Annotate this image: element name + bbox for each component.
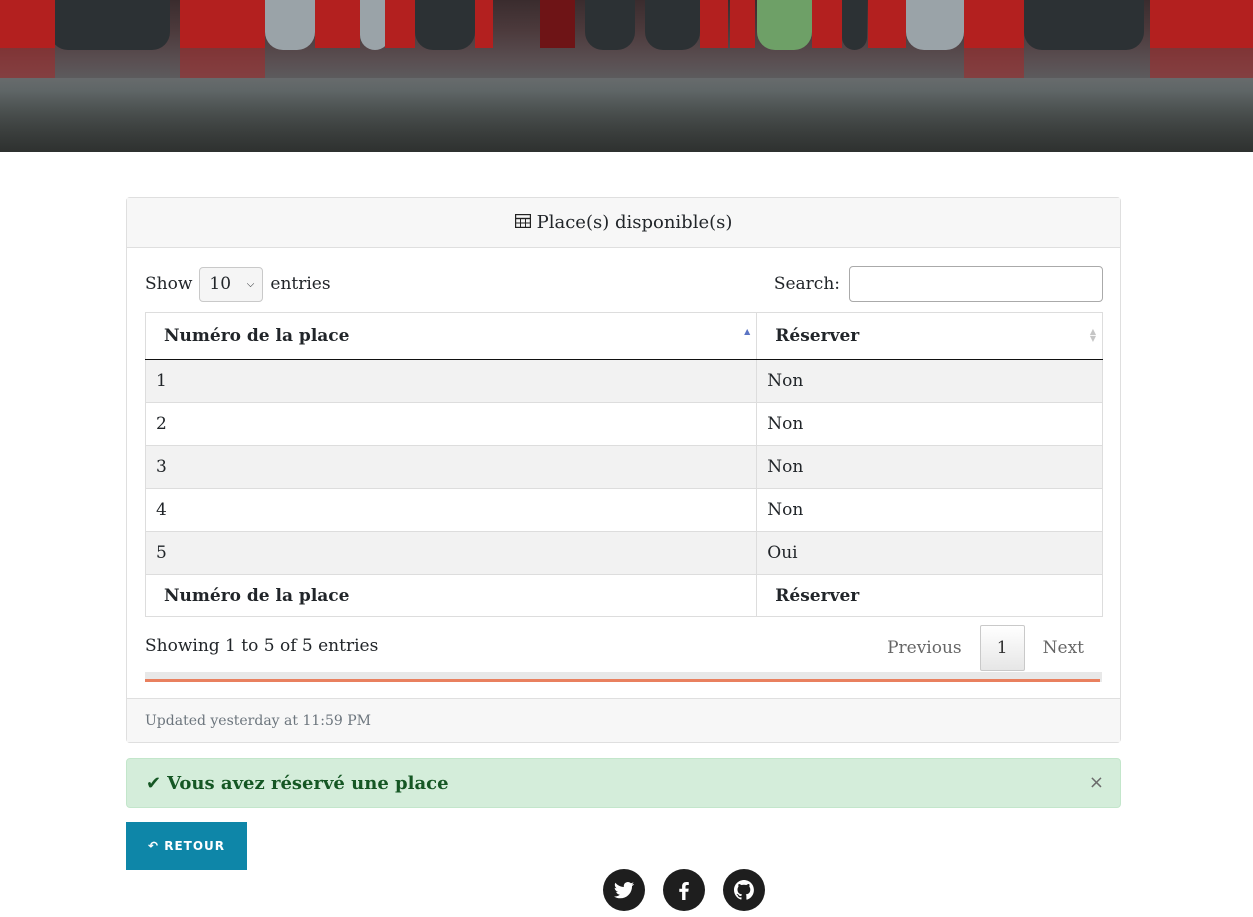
cell-numero: 2: [144, 402, 758, 446]
column-header-reserver[interactable]: Réserver ▲ ▼: [756, 312, 1103, 360]
scrollbar-thumb[interactable]: [145, 679, 1100, 682]
search-input[interactable]: [849, 266, 1103, 302]
cell-reserver: Non: [756, 402, 1103, 446]
hero-car: [265, 0, 315, 50]
page-1-button[interactable]: 1: [979, 625, 1025, 671]
card-header: Place(s) disponible(s): [127, 198, 1120, 248]
hero-pillar: [315, 0, 360, 48]
hero-pillar: [812, 0, 842, 48]
card-title: Place(s) disponible(s): [536, 212, 733, 233]
hero-floor: [0, 78, 1253, 152]
parking-hero-banner: [0, 0, 1253, 152]
hero-car: [645, 0, 700, 50]
pagination: Previous 1 Next: [869, 625, 1102, 671]
hero-pillar: [1150, 0, 1253, 48]
column-footer-reserver: Réserver: [756, 574, 1103, 617]
hero-car: [1024, 0, 1144, 50]
close-icon[interactable]: ×: [1089, 772, 1104, 793]
hero-pillar: [385, 0, 415, 48]
show-label: Show: [145, 274, 193, 294]
hero-pillar: [730, 0, 755, 48]
next-button[interactable]: Next: [1025, 625, 1102, 671]
hero-pillar: [700, 0, 728, 48]
search-control: Search:: [774, 266, 1103, 302]
places-card: Place(s) disponible(s) Show 10 ⌵ entries…: [126, 197, 1121, 743]
cell-numero: 4: [144, 488, 758, 532]
hero-reflection: [964, 48, 1024, 78]
hero-car: [906, 0, 964, 50]
table-header-row: Numéro de la place ▲ Réserver ▲ ▼: [144, 312, 1103, 360]
alert-message: Vous avez réservé une place: [167, 772, 449, 794]
column-footer-numero: Numéro de la place: [144, 574, 758, 617]
cell-reserver: Oui: [756, 531, 1103, 575]
hero-pillar: [475, 0, 493, 48]
back-button[interactable]: ↶ RETOUR: [126, 822, 247, 870]
table-row: 1 Non: [144, 359, 1103, 403]
places-table: Numéro de la place ▲ Réserver ▲ ▼ 1 Non 2…: [144, 312, 1103, 617]
sort-ascending-icon: ▲: [744, 327, 751, 336]
hero-pillar: [964, 0, 1024, 48]
hero-pillar: [540, 0, 575, 48]
cell-numero: 1: [144, 359, 758, 403]
horizontal-scrollbar[interactable]: [145, 672, 1102, 682]
hero-reflection: [180, 48, 265, 78]
chevron-down-icon: ⌵: [246, 278, 255, 290]
facebook-icon[interactable]: [663, 869, 705, 911]
entries-length-select[interactable]: 10 ⌵: [199, 266, 264, 302]
hero-reflection: [1150, 48, 1253, 78]
hero-car: [415, 0, 475, 50]
cell-numero: 5: [144, 531, 758, 575]
cell-reserver: Non: [756, 359, 1103, 403]
table-row: 2 Non: [144, 402, 1103, 446]
previous-button[interactable]: Previous: [869, 625, 980, 671]
table-row: 5 Oui: [144, 531, 1103, 575]
table-footer-row: Numéro de la place Réserver: [144, 574, 1103, 617]
column-header-label: Réserver: [775, 326, 860, 346]
hero-car: [50, 0, 170, 50]
cell-reserver: Non: [756, 445, 1103, 489]
entries-length-value: 10: [209, 274, 232, 294]
table-row: 3 Non: [144, 445, 1103, 489]
hero-pillar: [180, 0, 265, 48]
length-control: Show 10 ⌵ entries: [145, 266, 331, 302]
table-icon: [514, 212, 531, 233]
column-header-label: Numéro de la place: [164, 326, 350, 346]
card-footer: Updated yesterday at 11:59 PM: [127, 698, 1120, 742]
hero-car: [585, 0, 635, 50]
check-icon: ✔: [146, 772, 162, 794]
github-icon[interactable]: [723, 869, 765, 911]
entries-label: entries: [270, 274, 331, 294]
success-alert: ✔ Vous avez réservé une place ×: [126, 758, 1121, 808]
cell-numero: 3: [144, 445, 758, 489]
hero-reflection: [0, 48, 55, 78]
hero-pillar: [0, 0, 55, 48]
table-row: 4 Non: [144, 488, 1103, 532]
table-controls: Show 10 ⌵ entries Search:: [145, 266, 1103, 304]
column-header-numero[interactable]: Numéro de la place ▲: [144, 312, 758, 360]
cell-reserver: Non: [756, 488, 1103, 532]
hero-car: [757, 0, 812, 50]
hero-pillar: [868, 0, 906, 48]
twitter-icon[interactable]: [603, 869, 645, 911]
search-label: Search:: [773, 274, 840, 294]
hero-car: [842, 0, 867, 50]
sort-both-icon: ▲ ▼: [1089, 327, 1096, 343]
table-info: Showing 1 to 5 of 5 entries: [145, 636, 379, 656]
